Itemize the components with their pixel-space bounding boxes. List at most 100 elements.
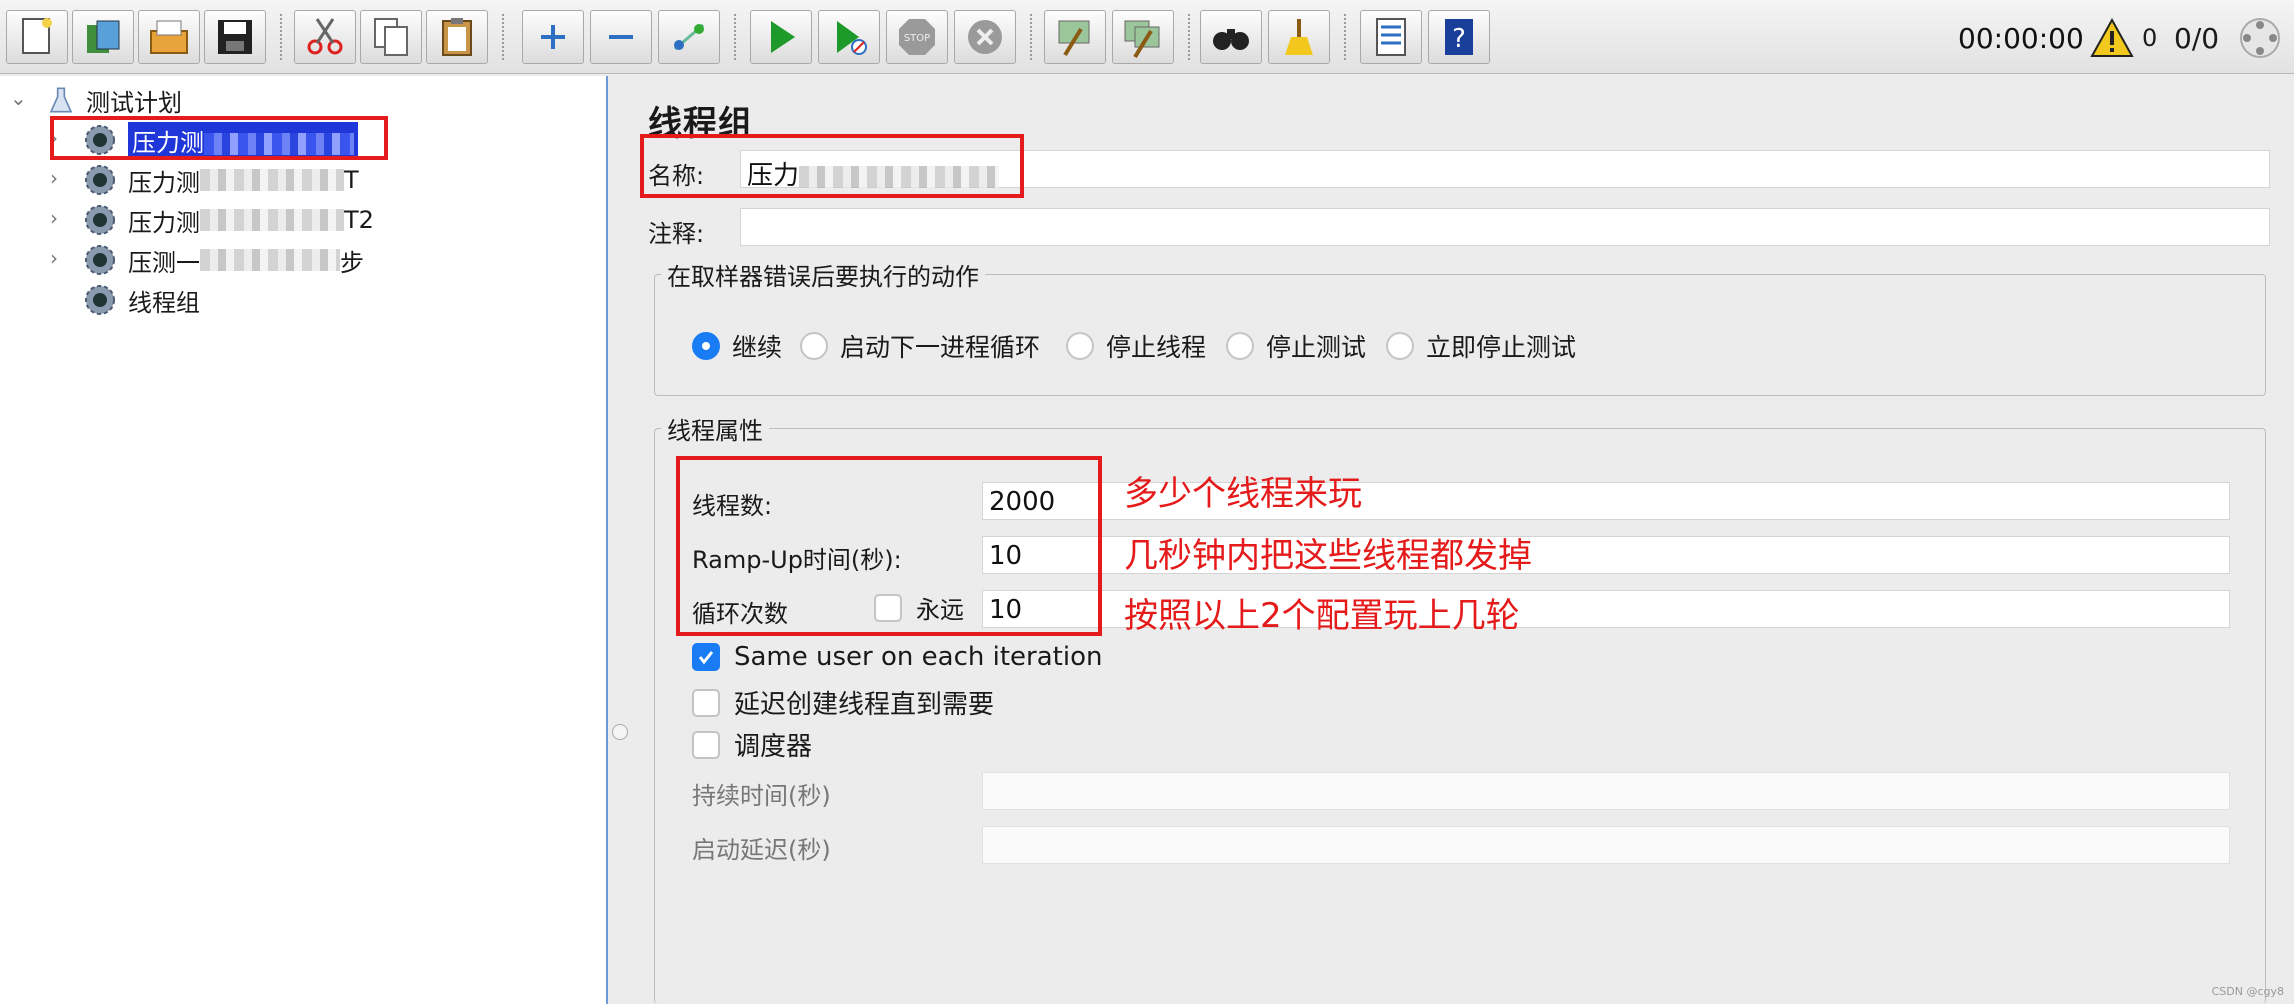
stop-button[interactable]: STOP <box>886 10 948 64</box>
collapse-all-button[interactable] <box>590 10 652 64</box>
radio-icon <box>1386 332 1414 360</box>
radio-icon <box>800 332 828 360</box>
tree-root-label: 测试计划 <box>86 88 182 117</box>
clear-all-button[interactable] <box>1112 10 1174 64</box>
startup-delay-field[interactable] <box>982 826 2230 864</box>
error-action-legend: 在取样器错误后要执行的动作 <box>661 257 985 292</box>
tree-item-suffix: T <box>344 166 359 194</box>
reset-search-button[interactable] <box>1268 10 1330 64</box>
delay-thread-creation-checkbox[interactable]: 延迟创建线程直到需要 <box>692 684 994 721</box>
activity-spinner-icon <box>2240 18 2280 58</box>
copy-button[interactable] <box>360 10 422 64</box>
templates-button[interactable] <box>72 10 134 64</box>
toggle-icon <box>674 23 704 51</box>
search-button[interactable] <box>1200 10 1262 64</box>
tree-item-thread-group-2[interactable]: 压力测 T <box>82 162 359 198</box>
watermark: CSDN @cgy8 <box>2211 985 2284 998</box>
radio-selected-icon <box>692 332 720 360</box>
expand-all-button[interactable] <box>522 10 584 64</box>
highlight-box-selected-item <box>50 116 388 160</box>
tree-item-suffix: T2 <box>344 206 374 234</box>
tree-item-thread-group-5[interactable]: 线程组 <box>82 282 200 318</box>
toolbar-separator <box>1344 14 1346 60</box>
new-icon <box>22 18 52 54</box>
annotation-threads: 多少个线程来玩 <box>1124 474 1362 514</box>
open-button[interactable] <box>138 10 200 64</box>
shutdown-icon <box>968 20 1002 54</box>
radio-icon <box>1226 332 1254 360</box>
radio-label: 停止测试 <box>1266 333 1367 362</box>
comment-label: 注释: <box>648 220 705 248</box>
duration-label: 持续时间(秒) <box>692 782 831 810</box>
clear-button[interactable] <box>1044 10 1106 64</box>
cut-button[interactable] <box>294 10 356 64</box>
duration-field[interactable] <box>982 772 2230 810</box>
elapsed-timer: 00:00:00 <box>1958 22 2084 55</box>
checkbox-icon <box>692 688 720 717</box>
paste-button[interactable] <box>426 10 488 64</box>
stop-icon: STOP <box>899 19 935 55</box>
open-icon <box>150 20 188 54</box>
chevron-right-icon[interactable]: › <box>50 246 58 270</box>
delay-label: 延迟创建线程直到需要 <box>734 690 995 720</box>
tree-item-thread-group-4[interactable]: 压测一 步 <box>82 242 364 278</box>
clear-all-icon <box>1124 20 1160 59</box>
paste-icon <box>442 18 472 56</box>
search-icon <box>1213 29 1249 50</box>
svg-text:STOP: STOP <box>904 33 930 44</box>
radio-label: 启动下一进程循环 <box>840 333 1041 362</box>
same-user-checkbox[interactable]: Same user on each iteration <box>692 642 1102 672</box>
tree-item-thread-group-3[interactable]: 压力测 T2 <box>82 202 374 238</box>
annotation-rampup: 几秒钟内把这些线程都发掉 <box>1124 536 1532 576</box>
templates-icon <box>87 20 120 53</box>
radio-stop-test[interactable]: 停止测试 <box>1226 328 1366 364</box>
chevron-right-icon[interactable]: › <box>50 206 58 230</box>
tree-item-label: 压测一 <box>128 248 200 277</box>
start-button[interactable] <box>750 10 812 64</box>
help-button[interactable]: ? <box>1428 10 1490 64</box>
scheduler-label: 调度器 <box>734 732 813 762</box>
new-button[interactable] <box>6 10 68 64</box>
radio-stop-thread[interactable]: 停止线程 <box>1066 328 1206 364</box>
comment-field[interactable] <box>740 208 2270 246</box>
function-helper-button[interactable] <box>1360 10 1422 64</box>
startup-delay-label: 启动延迟(秒) <box>692 836 831 864</box>
gear-icon <box>85 245 115 275</box>
chevron-right-icon[interactable]: › <box>50 166 58 190</box>
shutdown-button[interactable] <box>954 10 1016 64</box>
tree-root-test-plan[interactable]: 测试计划 <box>46 82 182 118</box>
cut-icon <box>307 18 343 55</box>
redacted-text <box>200 169 344 191</box>
chevron-down-icon[interactable]: ⌄ <box>10 86 27 110</box>
radio-label: 继续 <box>732 333 783 362</box>
redacted-text <box>200 209 344 231</box>
save-button[interactable] <box>204 10 266 64</box>
warning-count: 0 <box>2142 24 2158 52</box>
checkmark-icon <box>692 643 720 671</box>
toggle-button[interactable] <box>658 10 720 64</box>
gear-icon <box>85 285 115 315</box>
scheduler-checkbox[interactable]: 调度器 <box>692 726 812 763</box>
warning-icon[interactable] <box>2090 18 2134 58</box>
start-no-pause-icon <box>837 21 867 55</box>
splitter-handle[interactable] <box>612 724 628 740</box>
tree-item-suffix: 步 <box>340 248 364 277</box>
radio-start-next-loop[interactable]: 启动下一进程循环 <box>800 328 1040 364</box>
tree-item-label: 压力测 <box>128 168 200 197</box>
active-threads-ratio: 0/0 <box>2174 22 2220 55</box>
start-icon <box>771 21 795 53</box>
radio-continue[interactable]: 继续 <box>692 328 782 364</box>
tree-item-label: 压力测 <box>128 208 200 237</box>
start-no-pause-button[interactable] <box>818 10 880 64</box>
gear-icon <box>85 205 115 235</box>
reset-search-icon <box>1285 19 1313 55</box>
expand-icon <box>541 25 565 49</box>
toolbar-separator <box>280 14 282 60</box>
radio-stop-test-now[interactable]: 立即停止测试 <box>1386 328 1576 364</box>
thread-properties-legend: 线程属性 <box>661 411 769 446</box>
test-plan-tree: ⌄ 测试计划 › 压力测 › 压力测 T › 压力测 T2 › 压测一步 线程组 <box>0 76 608 1004</box>
test-plan-icon <box>49 87 73 113</box>
toolbar-separator <box>1188 14 1190 60</box>
toolbar: STOP ? 00:00:00 0 0/0 <box>0 0 2294 74</box>
toolbar-separator <box>502 14 504 60</box>
